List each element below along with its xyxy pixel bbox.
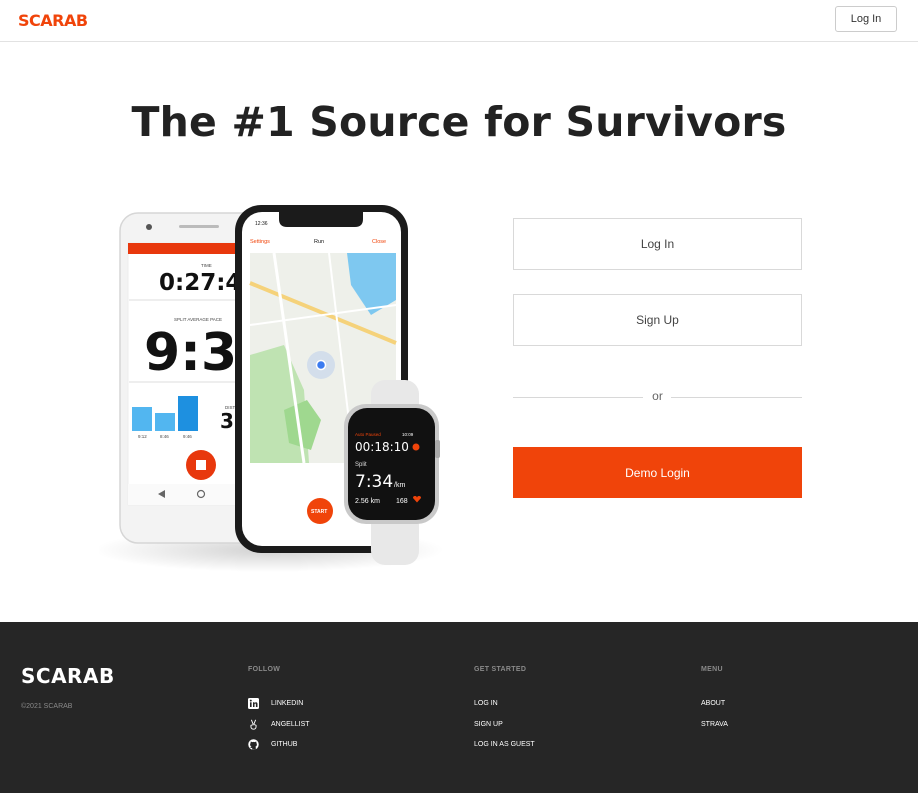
site-footer: SCARAB ©2021 SCARAB FOLLOW LINKEDIN ANGE… <box>0 622 918 793</box>
footer-link-linkedin[interactable]: LINKEDIN <box>248 698 310 721</box>
footer-logo[interactable]: SCARAB <box>21 664 115 688</box>
footer-follow-column: FOLLOW LINKEDIN ANGELLIST GITHUB <box>248 666 310 762</box>
android-bar-label-2: 8:46 <box>160 434 169 439</box>
android-pace-label: SPLIT AVERAGE PACE <box>174 317 222 322</box>
footer-link-strava[interactable]: STRAVA <box>701 721 728 742</box>
watch-heart-rate: 168 <box>396 498 408 505</box>
top-navbar: SCARAB Log In <box>0 0 918 42</box>
footer-get-started-heading: GET STARTED <box>474 666 527 673</box>
header-login-button[interactable]: Log In <box>835 6 897 32</box>
login-button[interactable]: Log In <box>513 218 802 270</box>
github-icon <box>248 739 259 750</box>
footer-copyright: ©2021 SCARAB <box>21 703 73 710</box>
iphone-close: Close <box>372 239 386 245</box>
linkedin-icon <box>248 698 259 709</box>
android-time-label: TIME <box>201 263 212 268</box>
watch-elapsed: 00:18:10 <box>355 440 409 454</box>
page-headline: The #1 Source for Survivors <box>131 98 787 146</box>
or-label: or <box>652 389 663 403</box>
watch-split-label: Split <box>355 462 367 468</box>
footer-link-login[interactable]: LOG IN <box>474 700 535 721</box>
footer-link-guest-login[interactable]: LOG IN AS GUEST <box>474 741 535 762</box>
footer-link-about[interactable]: ABOUT <box>701 700 728 721</box>
footer-link-signup[interactable]: SIGN UP <box>474 721 535 742</box>
footer-follow-heading: FOLLOW <box>248 666 281 673</box>
footer-link-angellist-label: ANGELLIST <box>271 720 310 728</box>
footer-menu-heading: MENU <box>701 666 723 673</box>
watch-distance: 2.56 km <box>355 498 380 505</box>
watch-pace-unit: /km <box>394 482 405 489</box>
iphone-run: Run <box>314 239 324 245</box>
android-bar-label-1: 9:12 <box>138 434 147 439</box>
angellist-icon <box>250 719 257 730</box>
devices-illustration: TIME 0:27:42 SPLIT AVERAGE PACE 9:30 ﾠ 9… <box>99 205 444 572</box>
footer-link-angellist[interactable]: ANGELLIST <box>248 719 310 742</box>
iphone-settings: Settings <box>250 239 270 245</box>
or-divider: or <box>513 389 802 405</box>
watch-pace: 7:34 <box>355 472 393 492</box>
watch-status: Auto Paused <box>355 432 381 437</box>
footer-link-linkedin-label: LINKEDIN <box>271 700 304 707</box>
android-bar-label-3: 9:46 <box>183 434 192 439</box>
iphone-clock: 12:36 <box>255 221 268 227</box>
watch-clock: 10:09 <box>402 432 414 437</box>
signup-button[interactable]: Sign Up <box>513 294 802 346</box>
demo-login-button[interactable]: Demo Login <box>513 447 802 498</box>
footer-get-started-column: GET STARTED LOG IN SIGN UP LOG IN AS GUE… <box>474 666 535 762</box>
brand-logo[interactable]: SCARAB <box>18 11 88 30</box>
footer-link-github[interactable]: GITHUB <box>248 739 310 762</box>
footer-menu-column: MENU ABOUT STRAVA <box>701 666 728 741</box>
iphone-start: START <box>311 509 327 515</box>
svg-text:ﾠ: ﾠ <box>198 383 202 388</box>
android-dist-value: 3 <box>220 409 234 433</box>
footer-link-github-label: GITHUB <box>271 741 298 748</box>
